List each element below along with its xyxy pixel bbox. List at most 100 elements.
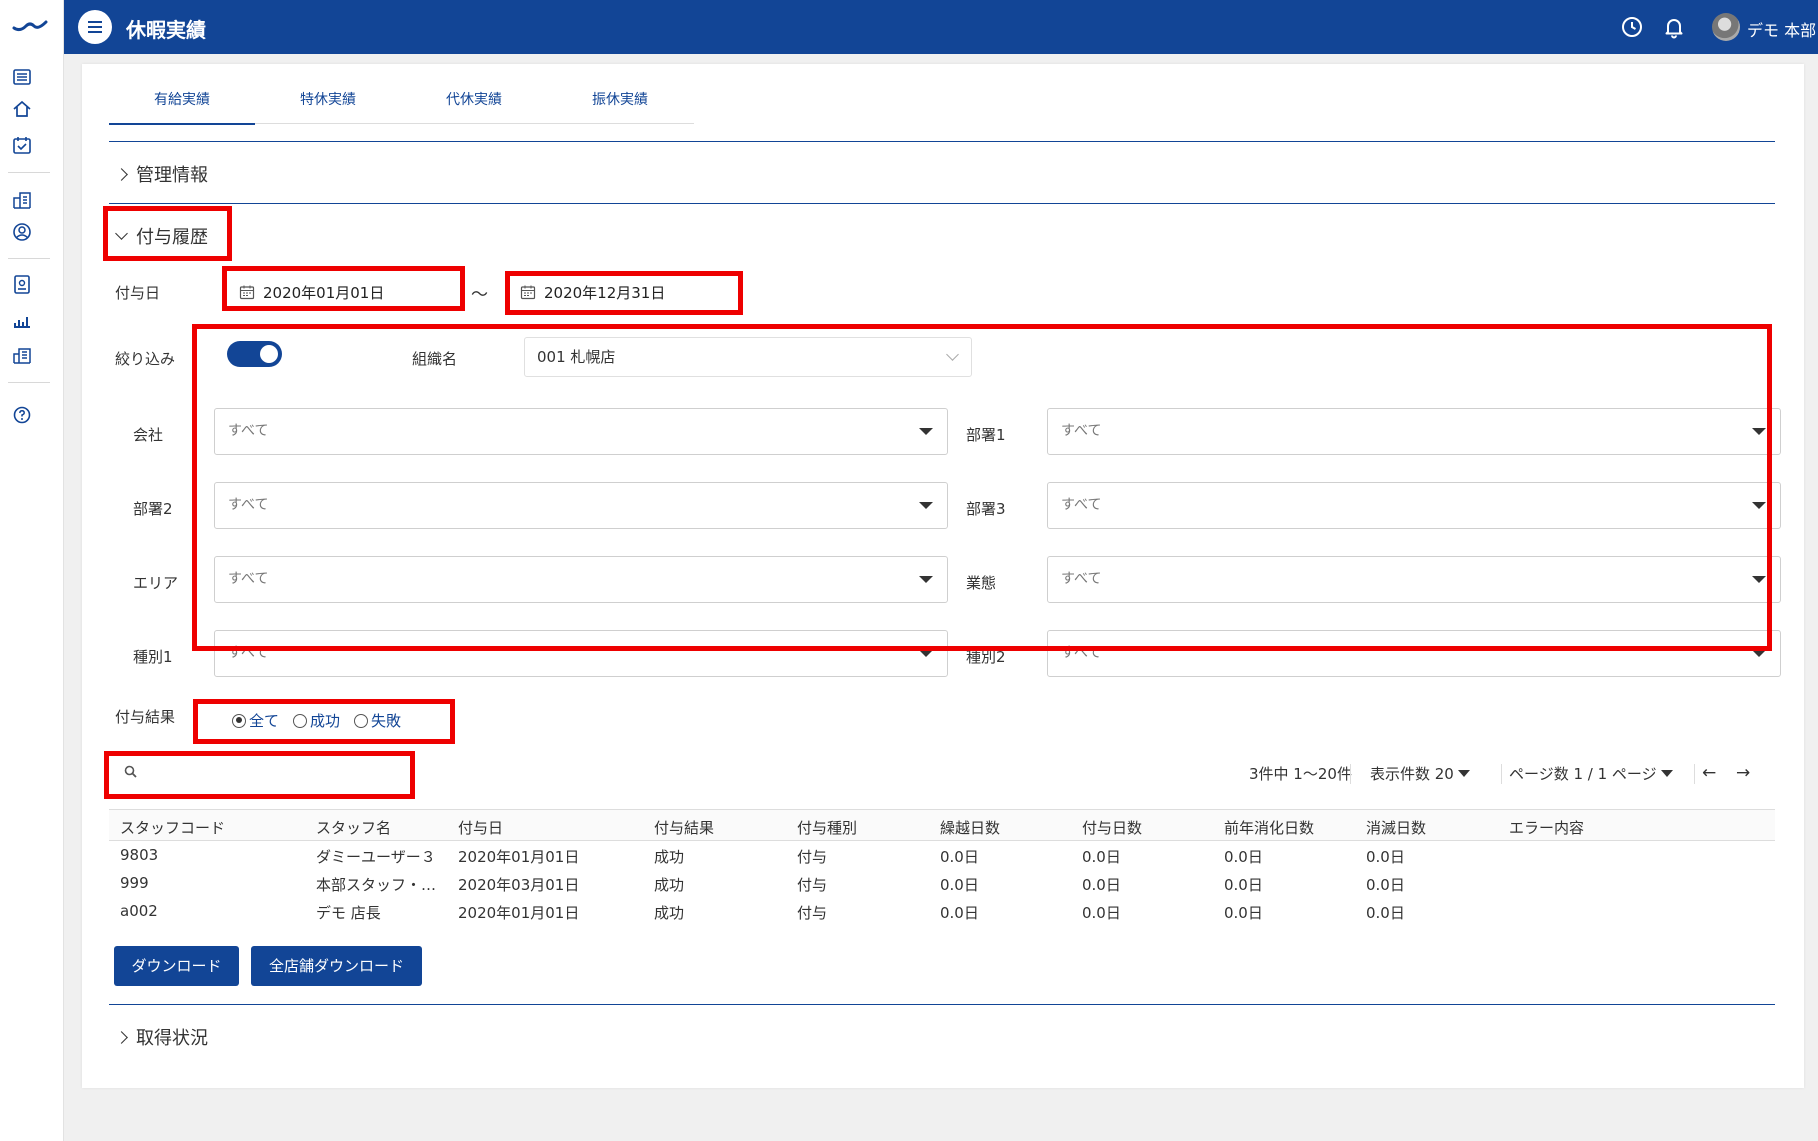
brand-logo-icon[interactable] [12,14,48,34]
date-to-field[interactable]: 2020年12月31日 [520,277,738,307]
tab-substitute-holiday[interactable]: 振休実績 [547,84,693,124]
org-label: 組織名 [412,350,458,368]
section-acquisition-toggle[interactable]: 取得状況 [115,1024,208,1050]
type2-label: 種別2 [966,648,1006,666]
business-type-select[interactable]: すべて [1047,556,1781,603]
radio-icon [293,713,308,728]
tab-bar: 有給実績 特休実績 代休実績 振休実績 [109,84,694,125]
caret-down-icon [919,428,933,435]
radio-all[interactable]: 全て [232,710,279,731]
cell-prev-year-used: 0.0日 [1224,904,1263,922]
divider [109,1004,1775,1005]
id-badge-icon[interactable] [11,273,33,295]
avatar[interactable] [1712,13,1740,41]
building-icon[interactable] [11,189,33,211]
date-to-value: 2020年12月31日 [544,283,666,302]
caret-down-icon [919,576,933,583]
dept3-label: 部署3 [966,500,1006,518]
org-select[interactable]: 001 札幌店 [524,337,972,377]
user-name[interactable]: デモ 本部 [1747,17,1816,41]
date-from-value: 2020年01月01日 [263,283,385,302]
section-grant-history-toggle[interactable]: 付与履歴 [115,223,208,249]
dept3-select[interactable]: すべて [1047,482,1781,529]
next-page-button[interactable]: → [1736,763,1750,783]
type1-select-value: すべて [228,645,269,661]
home-icon[interactable] [11,98,33,120]
company-label: 会社 [133,426,164,444]
tab-compensatory-leave[interactable]: 代休実績 [401,84,547,124]
user-circle-icon[interactable] [11,221,33,243]
download-all-stores-button[interactable]: 全店舗ダウンロード [251,946,422,986]
sidebar-separator [8,382,50,383]
radio-success[interactable]: 成功 [293,710,340,731]
table-row[interactable]: 999 本部スタッフ・… 2020年03月01日 成功 付与 0.0日 0.0日… [109,869,1775,897]
table-row[interactable]: a002 デモ 店長 2020年01月01日 成功 付与 0.0日 0.0日 0… [109,897,1775,925]
narrow-toggle[interactable] [227,341,282,367]
cell-prev-year-used: 0.0日 [1224,848,1263,866]
cell-grant-type: 付与 [797,848,828,866]
cell-grant-date: 2020年03月01日 [458,876,580,894]
grant-history-table: スタッフコード スタッフ名 付与日 付与結果 付与種別 繰越日数 付与日数 前年… [109,809,1775,925]
menu-button[interactable] [78,10,112,44]
caret-down-icon [1752,650,1766,657]
cell-staff-name: 本部スタッフ・… [316,876,437,894]
caret-down-icon [1660,770,1673,777]
cell-carryover-days: 0.0日 [940,904,979,922]
divider [109,203,1775,204]
dept1-select-value: すべて [1061,423,1102,439]
prev-page-button[interactable]: ← [1702,763,1716,783]
type2-select-value: すべて [1061,645,1102,661]
chevron-down-icon [115,227,128,240]
cell-staff-code: 9803 [120,846,159,864]
dept1-select[interactable]: すべて [1047,408,1781,455]
business-type-label: 業態 [966,574,997,592]
download-button[interactable]: ダウンロード [114,946,239,986]
search-box [109,754,409,790]
type2-select[interactable]: すべて [1047,630,1781,677]
column-header: 付与種別 [797,819,858,837]
company-select[interactable]: すべて [214,408,948,455]
dept2-label: 部署2 [133,500,173,518]
list-icon[interactable] [11,66,33,88]
chevron-down-icon [946,348,959,361]
column-header: 前年消化日数 [1224,819,1315,837]
cell-staff-name: デモ 店長 [316,904,381,922]
column-header: 繰越日数 [940,819,1001,837]
caret-down-icon [919,502,933,509]
page-info: ページ数 1 / 1 ページ [1509,765,1657,783]
cell-staff-code: 999 [120,874,149,892]
bar-chart-icon[interactable] [11,309,33,331]
search-icon [124,765,137,778]
result-summary: 3件中 1〜20件 [1249,765,1352,783]
tab-paid-leave[interactable]: 有給実績 [109,84,255,125]
pager-separator [1694,764,1695,784]
bell-icon[interactable] [1662,15,1686,39]
grant-date-label: 付与日 [115,284,161,302]
calendar-check-icon[interactable] [11,134,33,156]
date-from-field[interactable]: 2020年01月01日 [239,277,457,307]
dept2-select[interactable]: すべて [214,482,948,529]
section-management-toggle[interactable]: 管理情報 [115,161,208,187]
radio-icon [232,713,246,728]
page-select[interactable]: ページ数 1 / 1 ページ [1502,763,1673,784]
section-title: 取得状況 [136,1028,208,1049]
page-title: 休暇実績 [126,18,206,42]
radio-failure[interactable]: 失敗 [354,710,401,731]
cell-expired-days: 0.0日 [1366,904,1405,922]
tab-special-leave[interactable]: 特休実績 [255,84,401,124]
search-input[interactable] [145,757,405,787]
help-icon[interactable] [11,404,33,426]
office-icon[interactable] [11,344,33,366]
cell-grant-type: 付与 [797,904,828,922]
org-select-value: 001 札幌店 [537,348,616,366]
per-page-select[interactable]: 表示件数 20 [1370,763,1470,784]
clock-icon[interactable] [1620,15,1644,39]
area-select[interactable]: すべて [214,556,948,603]
cell-carryover-days: 0.0日 [940,876,979,894]
radio-label: 全て [249,712,280,730]
table-row[interactable]: 9803 ダミーユーザー３ 2020年01月01日 成功 付与 0.0日 0.0… [109,841,1775,869]
cell-grant-result: 成功 [654,848,685,866]
cell-expired-days: 0.0日 [1366,876,1405,894]
type1-select[interactable]: すべて [214,630,948,677]
chevron-right-icon [115,1030,128,1044]
